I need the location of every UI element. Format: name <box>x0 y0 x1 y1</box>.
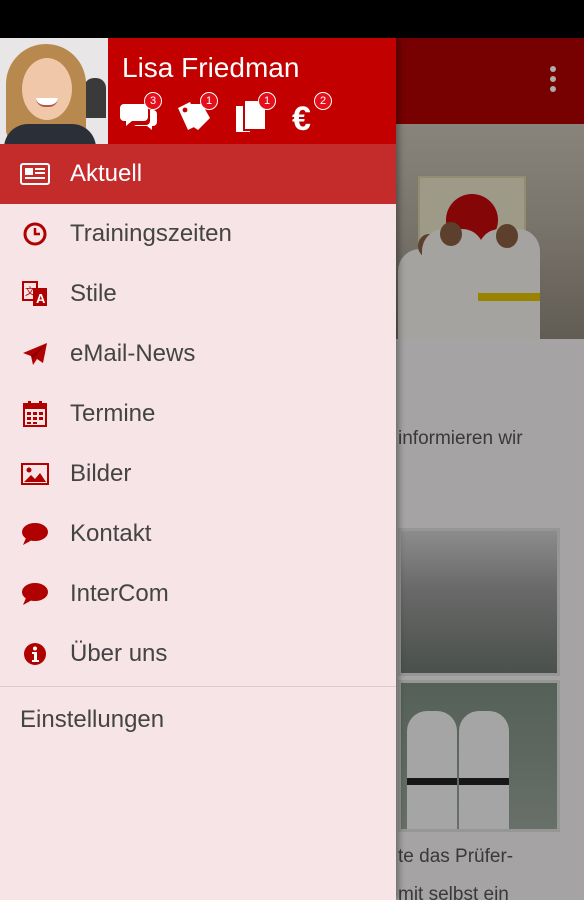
vouchers-button[interactable]: 1 <box>176 92 218 136</box>
menu-item-bilder[interactable]: Bilder <box>0 444 396 504</box>
menu-item-label: Kontakt <box>70 520 152 547</box>
chat-icon <box>22 523 48 545</box>
badge-count: 1 <box>200 92 218 110</box>
menu-item-label: Einstellungen <box>20 706 165 733</box>
chat-icon <box>22 583 48 605</box>
menu-item-aktuell[interactable]: Aktuell <box>0 144 396 204</box>
menu-item-trainingszeiten[interactable]: Trainingszeiten <box>0 204 396 264</box>
payments-button[interactable]: € 2 <box>290 92 332 136</box>
svg-text:文: 文 <box>25 285 35 298</box>
paper-plane-icon <box>23 343 47 365</box>
menu-item-label: Über uns <box>70 640 168 667</box>
badge-count: 1 <box>258 92 276 110</box>
menu-item-termine[interactable]: Termine <box>0 384 396 444</box>
menu-item-label: eMail-News <box>70 340 196 367</box>
navigation-drawer: Lisa Friedman 3 1 1 € 2 Aktuell Training… <box>0 38 396 900</box>
documents-button[interactable]: 1 <box>234 92 276 136</box>
menu-item-stile[interactable]: A 文 Stile <box>0 264 396 324</box>
menu-item-label: InterCom <box>70 580 169 607</box>
menu-item-label: Stile <box>70 280 117 307</box>
menu-item-label: Aktuell <box>70 160 143 187</box>
menu-item-label: Bilder <box>70 460 132 487</box>
menu-item-intercom[interactable]: InterCom <box>0 564 396 624</box>
menu-item-label: Termine <box>70 400 156 427</box>
status-bar <box>0 0 584 38</box>
drawer-header: Lisa Friedman 3 1 1 € 2 <box>0 38 396 144</box>
badge-count: 2 <box>314 92 332 110</box>
translate-icon: A 文 <box>22 281 47 306</box>
menu-item-einstellungen[interactable]: Einstellungen <box>0 687 396 753</box>
calendar-icon <box>23 401 47 427</box>
user-name: Lisa Friedman <box>122 52 300 83</box>
menu-item-ueber-uns[interactable]: Über uns <box>0 624 396 684</box>
menu-item-email-news[interactable]: eMail-News <box>0 324 396 384</box>
avatar[interactable] <box>0 38 108 144</box>
newspaper-icon <box>20 163 50 185</box>
clock-icon <box>23 222 47 246</box>
drawer-menu: Aktuell Trainingszeiten A 文 Stile eMail-… <box>0 144 396 753</box>
menu-item-label: Trainingszeiten <box>70 220 232 247</box>
badge-count: 3 <box>144 92 162 110</box>
image-icon <box>21 463 49 485</box>
info-icon <box>24 643 46 665</box>
messages-button[interactable]: 3 <box>120 92 162 136</box>
menu-item-kontakt[interactable]: Kontakt <box>0 504 396 564</box>
svg-text:€: € <box>292 100 311 134</box>
svg-text:A: A <box>36 291 46 306</box>
